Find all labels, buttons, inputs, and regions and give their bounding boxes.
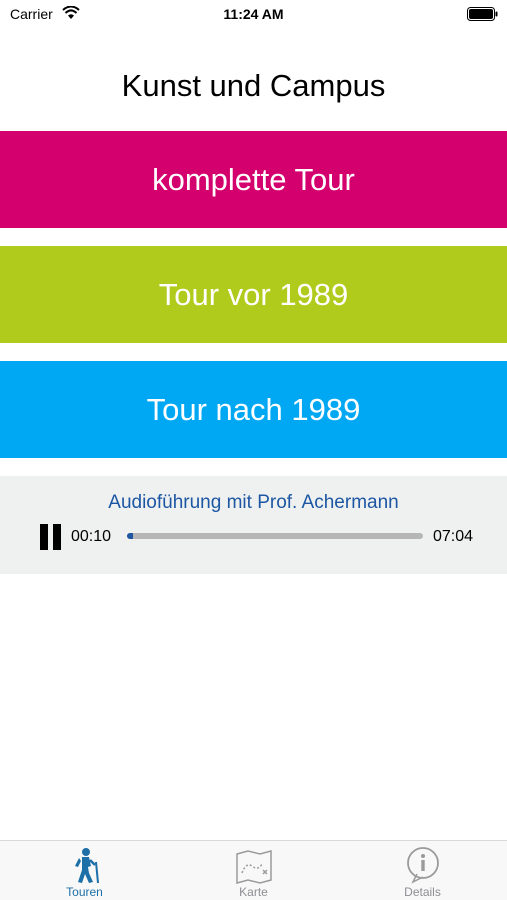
status-time: 11:24 AM bbox=[223, 6, 284, 22]
complete-tour-label: komplette Tour bbox=[152, 161, 355, 197]
audio-title: Audioführung mit Prof. Achermann bbox=[108, 492, 399, 513]
audio-progress-fill bbox=[127, 533, 133, 539]
total-time: 07:04 bbox=[433, 528, 474, 545]
audio-player: Audioführung mit Prof. Achermann bbox=[0, 476, 507, 574]
tab-touren-label: Touren bbox=[66, 885, 103, 899]
tour-before-1989-button[interactable]: Tour vor 1989 bbox=[0, 246, 507, 343]
tour-after-1989-label: Tour nach 1989 bbox=[146, 391, 361, 427]
hiker-icon bbox=[75, 848, 99, 884]
tab-touren[interactable]: Touren bbox=[0, 841, 169, 900]
tour-after-1989-button[interactable]: Tour nach 1989 bbox=[0, 361, 507, 458]
tab-details[interactable]: Details bbox=[338, 841, 507, 900]
page-title: Kunst und Campus bbox=[121, 68, 386, 103]
pause-button[interactable] bbox=[40, 524, 62, 550]
battery-icon bbox=[467, 7, 498, 21]
pause-icon bbox=[40, 524, 48, 550]
audio-progress-slider[interactable] bbox=[127, 533, 423, 539]
tour-before-1989-label: Tour vor 1989 bbox=[158, 276, 349, 312]
tab-bar: Touren Karte Details bbox=[0, 840, 507, 900]
complete-tour-button[interactable]: komplette Tour bbox=[0, 131, 507, 228]
tab-details-label: Details bbox=[404, 885, 441, 899]
map-icon bbox=[236, 850, 272, 884]
current-time: 00:10 bbox=[71, 528, 112, 545]
status-bar: Carrier 11:24 AM bbox=[0, 0, 507, 28]
info-icon bbox=[407, 847, 439, 884]
tab-karte-label: Karte bbox=[239, 885, 268, 899]
tab-karte[interactable]: Karte bbox=[169, 841, 338, 900]
